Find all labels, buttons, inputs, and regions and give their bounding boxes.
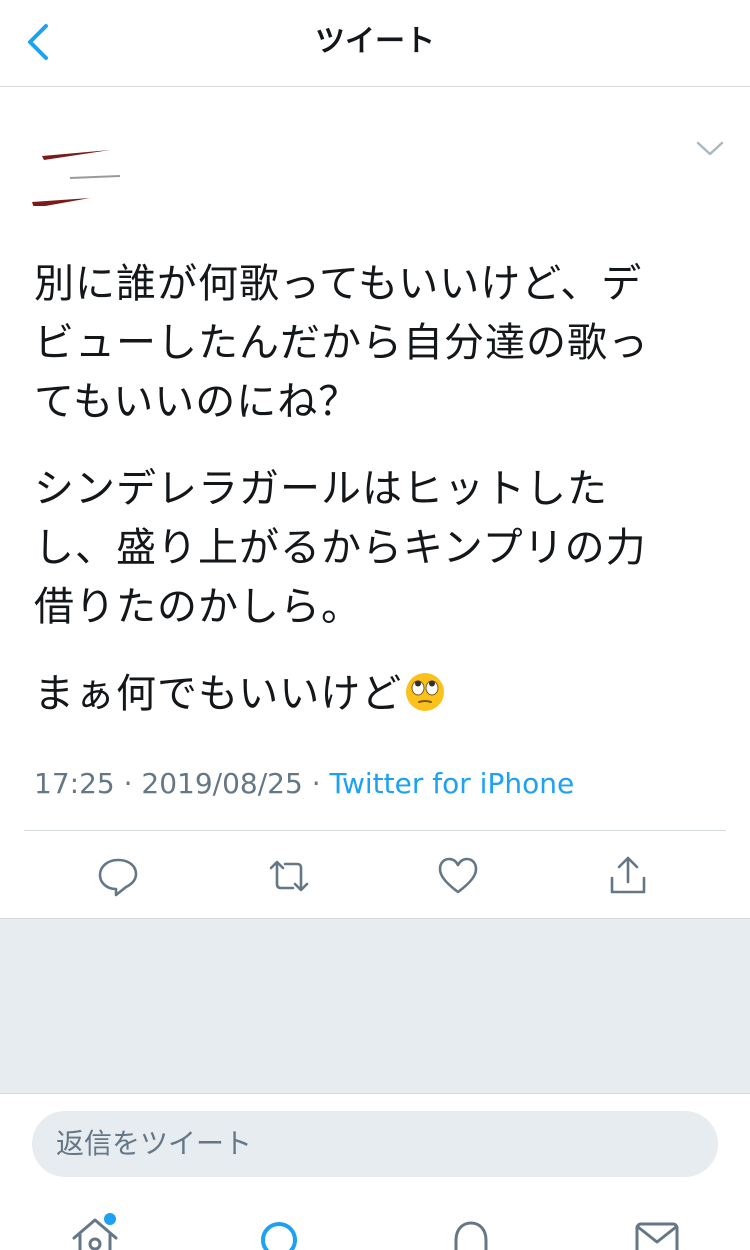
divider <box>24 830 726 831</box>
like-button[interactable] <box>436 854 480 898</box>
tab-bar <box>0 1200 750 1250</box>
tweet-meta: 17:25 · 2019/08/25 · Twitter for iPhone <box>34 764 574 804</box>
meta-separator: · <box>311 767 321 800</box>
tweet-actions <box>0 840 750 916</box>
retweet-icon <box>269 860 309 892</box>
reply-input[interactable]: 返信をツイート <box>32 1111 718 1177</box>
tweet-source-link[interactable]: Twitter for iPhone <box>330 767 575 800</box>
tweet-text: 別に誰が何歌ってもいいけど、デ ビューしたんだから自分達の歌っ てもいいのにね？… <box>34 255 714 752</box>
reply-composer: 返信をツイート <box>0 1093 750 1204</box>
tweet-author[interactable] <box>0 86 750 226</box>
share-button[interactable] <box>606 854 650 898</box>
tweet-detail-screen: ツイート 別に誰が何歌ってもいいけど、デ ビューしたんだから自分達の歌っ てもい… <box>0 0 750 1250</box>
share-icon <box>610 856 646 894</box>
reply-button[interactable] <box>96 854 140 898</box>
tab-messages[interactable] <box>632 1214 682 1250</box>
tweet-paragraph: 別に誰が何歌ってもいいけど、デ ビューしたんだから自分達の歌っ てもいいのにね？ <box>34 261 649 425</box>
search-icon <box>261 1222 297 1250</box>
heart-icon <box>438 857 478 894</box>
tab-search[interactable] <box>254 1214 304 1250</box>
tweet-paragraph: まぁ何でもいいけど <box>34 665 714 724</box>
retweet-button[interactable] <box>267 854 311 898</box>
tweet-paragraph-text: まぁ何でもいいけど <box>34 671 403 717</box>
tab-notifications[interactable] <box>446 1214 496 1250</box>
tweet-paragraph: シンデレラガールはヒットした し、盛り上がるからキンプリの力 借りたのかしら。 <box>34 466 647 630</box>
home-new-indicator <box>104 1213 116 1225</box>
tweet-time: 17:25 <box>34 767 115 800</box>
mail-icon <box>635 1222 679 1250</box>
bell-icon <box>454 1221 488 1250</box>
tweet-options-button[interactable] <box>692 130 728 166</box>
replies-area <box>0 919 750 1093</box>
header-bar: ツイート <box>0 0 750 87</box>
rolling-eyes-emoji-icon <box>406 673 445 711</box>
chevron-down-icon <box>696 141 724 156</box>
comment-icon <box>98 858 138 897</box>
redaction-marks <box>32 150 121 206</box>
reply-placeholder: 返信をツイート <box>56 1127 253 1160</box>
meta-separator: · <box>123 767 133 800</box>
page-title: ツイート <box>315 24 435 59</box>
tweet-date: 2019/08/25 <box>141 767 303 800</box>
